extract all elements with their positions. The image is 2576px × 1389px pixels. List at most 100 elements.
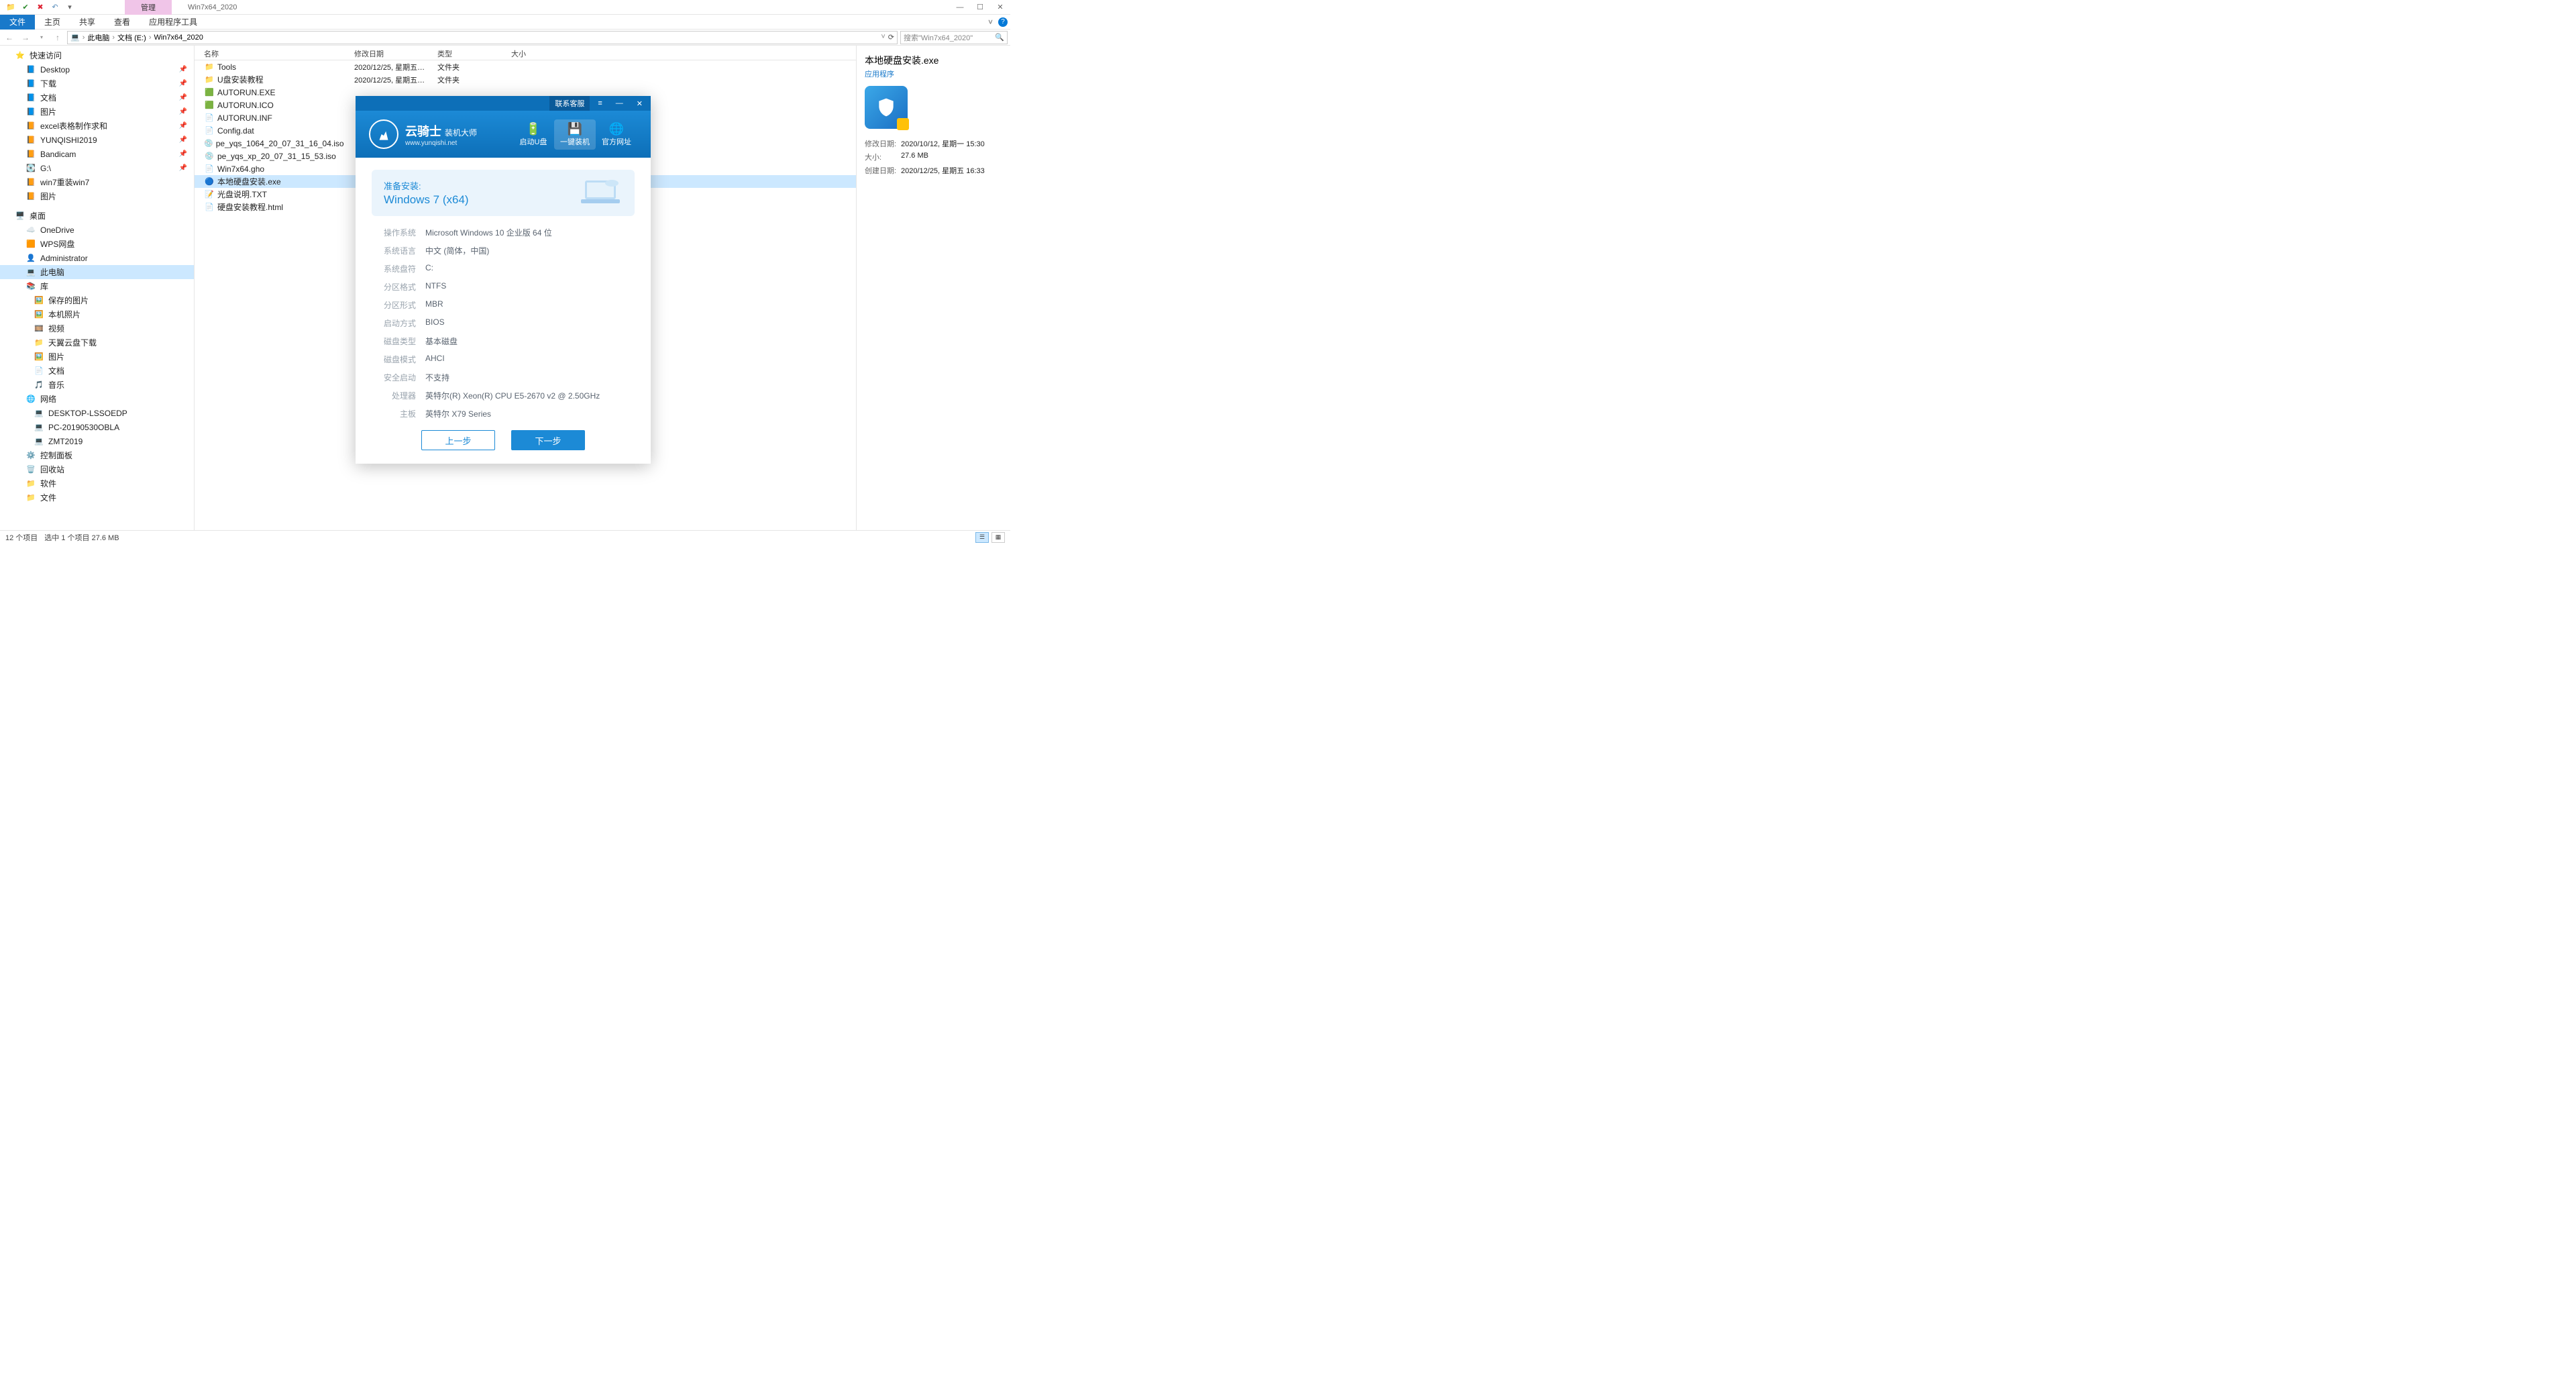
ribbon-expand-icon[interactable]: ˅ bbox=[988, 17, 993, 27]
minimize-button[interactable]: — bbox=[950, 0, 970, 15]
search-icon[interactable]: 🔍 bbox=[995, 33, 1004, 42]
nav-forward-button[interactable]: → bbox=[19, 31, 32, 44]
sidebar-item[interactable]: 💻ZMT2019 bbox=[0, 434, 194, 448]
breadcrumb[interactable]: 💻 › 此电脑 › 文档 (E:) › Win7x64_2020 ˅ ⟳ bbox=[67, 31, 898, 44]
installer-buttons: 上一步 下一步 bbox=[372, 430, 635, 450]
col-date[interactable]: 修改日期 bbox=[349, 46, 432, 60]
search-input[interactable]: 搜索"Win7x64_2020" 🔍 bbox=[900, 31, 1008, 44]
sidebar-item[interactable]: 🎵音乐 bbox=[0, 378, 194, 392]
tab-apptools[interactable]: 应用程序工具 bbox=[140, 15, 207, 30]
view-icons-button[interactable]: ▦ bbox=[991, 532, 1005, 543]
sidebar-item[interactable]: 💽G:\📌 bbox=[0, 161, 194, 175]
sidebar-item[interactable]: 📘文档📌 bbox=[0, 91, 194, 105]
installer-key: 操作系统 bbox=[372, 227, 416, 238]
sidebar-item[interactable]: 🖼️本机照片 bbox=[0, 307, 194, 321]
installer-nav-install[interactable]: 💾一键装机 bbox=[554, 119, 596, 150]
sidebar-item[interactable]: 📙图片 bbox=[0, 189, 194, 203]
sidebar-item[interactable]: 📁天翼云盘下载 bbox=[0, 336, 194, 350]
tab-view[interactable]: 查看 bbox=[105, 15, 140, 30]
view-details-button[interactable]: ☰ bbox=[975, 532, 989, 543]
maximize-button[interactable]: ☐ bbox=[970, 0, 990, 15]
installer-next-button[interactable]: 下一步 bbox=[511, 430, 585, 450]
col-name[interactable]: 名称 bbox=[195, 46, 349, 60]
installer-kv-row: 分区形式MBR bbox=[372, 299, 635, 311]
tab-home[interactable]: 主页 bbox=[35, 15, 70, 30]
installer-key: 安全启动 bbox=[372, 372, 416, 383]
sidebar-item[interactable]: 🖼️保存的图片 bbox=[0, 293, 194, 307]
file-icon: 📝 bbox=[204, 189, 215, 200]
sidebar-item[interactable]: 📘Desktop📌 bbox=[0, 62, 194, 76]
installer-titlebar: 联系客服 ≡ — ✕ bbox=[356, 96, 651, 111]
sidebar-item[interactable]: ⚙️控制面板 bbox=[0, 448, 194, 462]
breadcrumb-dropdown-icon[interactable]: ˅ bbox=[881, 33, 885, 42]
sidebar-item[interactable]: 📁软件 bbox=[0, 476, 194, 491]
col-size[interactable]: 大小 bbox=[506, 46, 559, 60]
tab-file[interactable]: 文件 bbox=[0, 15, 35, 30]
window-controls: — ☐ ✕ bbox=[950, 0, 1010, 15]
sidebar-item[interactable]: 💻此电脑 bbox=[0, 265, 194, 279]
file-row[interactable]: 📁U盘安装教程2020/12/25, 星期五 1…文件夹 bbox=[195, 73, 856, 86]
tab-share[interactable]: 共享 bbox=[70, 15, 105, 30]
context-tab[interactable]: 管理 bbox=[125, 0, 172, 15]
sidebar-item[interactable]: 💻DESKTOP-LSSOEDP bbox=[0, 406, 194, 420]
sidebar-item-label: 保存的图片 bbox=[48, 295, 89, 306]
installer-minimize-button[interactable]: — bbox=[610, 96, 629, 111]
sidebar-item[interactable]: 💻PC-20190530OBLA bbox=[0, 420, 194, 434]
breadcrumb-segment[interactable]: 此电脑 bbox=[87, 32, 109, 43]
help-icon[interactable]: ? bbox=[998, 17, 1008, 27]
sidebar-item[interactable]: 👤Administrator bbox=[0, 251, 194, 265]
sidebar-item-label: Bandicam bbox=[40, 150, 76, 159]
sidebar-item[interactable]: 📘图片📌 bbox=[0, 105, 194, 119]
undo-icon[interactable]: ↶ bbox=[50, 2, 60, 13]
sidebar-item-label: 文件 bbox=[40, 492, 56, 503]
breadcrumb-segment[interactable]: 文档 (E:) bbox=[117, 32, 146, 43]
nav-sidebar: ⭐快速访问 📘Desktop📌📘下载📌📘文档📌📘图片📌📙excel表格制作求和📌… bbox=[0, 46, 195, 530]
installer-prev-button[interactable]: 上一步 bbox=[421, 430, 495, 450]
installer-nav-usb[interactable]: 🔋启动U盘 bbox=[513, 119, 554, 150]
sidebar-item-label: win7重装win7 bbox=[40, 176, 89, 188]
sidebar-item-label: excel表格制作求和 bbox=[40, 120, 107, 132]
sidebar-quick-access[interactable]: ⭐快速访问 bbox=[0, 48, 194, 62]
close-button[interactable]: ✕ bbox=[990, 0, 1010, 15]
refresh-icon[interactable]: ⟳ bbox=[888, 33, 894, 42]
close-red-icon[interactable]: ✖ bbox=[35, 2, 46, 13]
sidebar-item[interactable]: 📙excel表格制作求和📌 bbox=[0, 119, 194, 133]
installer-contact-button[interactable]: 联系客服 bbox=[549, 96, 590, 111]
file-icon: 📁 bbox=[204, 62, 215, 72]
status-selection: 选中 1 个项目 27.6 MB bbox=[44, 532, 119, 543]
sidebar-item-label: 库 bbox=[40, 280, 48, 292]
sidebar-item[interactable]: 📙Bandicam📌 bbox=[0, 147, 194, 161]
qat-dropdown-icon[interactable]: ▾ bbox=[64, 2, 75, 13]
installer-value: 不支持 bbox=[425, 372, 449, 383]
pin-icon: 📌 bbox=[179, 108, 187, 115]
sidebar-item[interactable]: 📄文档 bbox=[0, 364, 194, 378]
sidebar-item[interactable]: 📁文件 bbox=[0, 491, 194, 505]
item-icon: 👤 bbox=[25, 254, 36, 263]
sidebar-item[interactable]: 🟧WPS网盘 bbox=[0, 237, 194, 251]
item-icon: 🗑️ bbox=[25, 465, 36, 474]
sidebar-item[interactable]: 📙YUNQISHI2019📌 bbox=[0, 133, 194, 147]
installer-close-button[interactable]: ✕ bbox=[631, 96, 648, 111]
breadcrumb-segment[interactable]: Win7x64_2020 bbox=[154, 34, 203, 42]
sidebar-item[interactable]: 📘下载📌 bbox=[0, 76, 194, 91]
chevron-right-icon: › bbox=[83, 34, 85, 42]
nav-up-button[interactable]: ↑ bbox=[51, 31, 64, 44]
sidebar-desktop[interactable]: 🖥️桌面 bbox=[0, 209, 194, 223]
nav-back-button[interactable]: ← bbox=[3, 31, 16, 44]
sidebar-item[interactable]: 🖼️图片 bbox=[0, 350, 194, 364]
installer-menu-button[interactable]: ≡ bbox=[592, 96, 607, 111]
sidebar-item[interactable]: ☁️OneDrive bbox=[0, 223, 194, 237]
sidebar-item[interactable]: 📙win7重装win7 bbox=[0, 175, 194, 189]
sidebar-item[interactable]: 📚库 bbox=[0, 279, 194, 293]
sidebar-item[interactable]: 🗑️回收站 bbox=[0, 462, 194, 476]
col-type[interactable]: 类型 bbox=[432, 46, 506, 60]
sidebar-item[interactable]: 🎞️视频 bbox=[0, 321, 194, 336]
file-row[interactable]: 📁Tools2020/12/25, 星期五 1…文件夹 bbox=[195, 60, 856, 73]
check-icon[interactable]: ✔ bbox=[20, 2, 31, 13]
installer-nav-web[interactable]: 🌐官方网址 bbox=[596, 119, 637, 150]
details-row: 大小:27.6 MB bbox=[865, 152, 1002, 162]
sidebar-network[interactable]: 🌐网络 bbox=[0, 392, 194, 406]
nav-recent-dropdown[interactable]: ▾ bbox=[35, 31, 48, 44]
sidebar-item-label: 文档 bbox=[48, 365, 64, 376]
star-icon: ⭐ bbox=[15, 51, 25, 60]
